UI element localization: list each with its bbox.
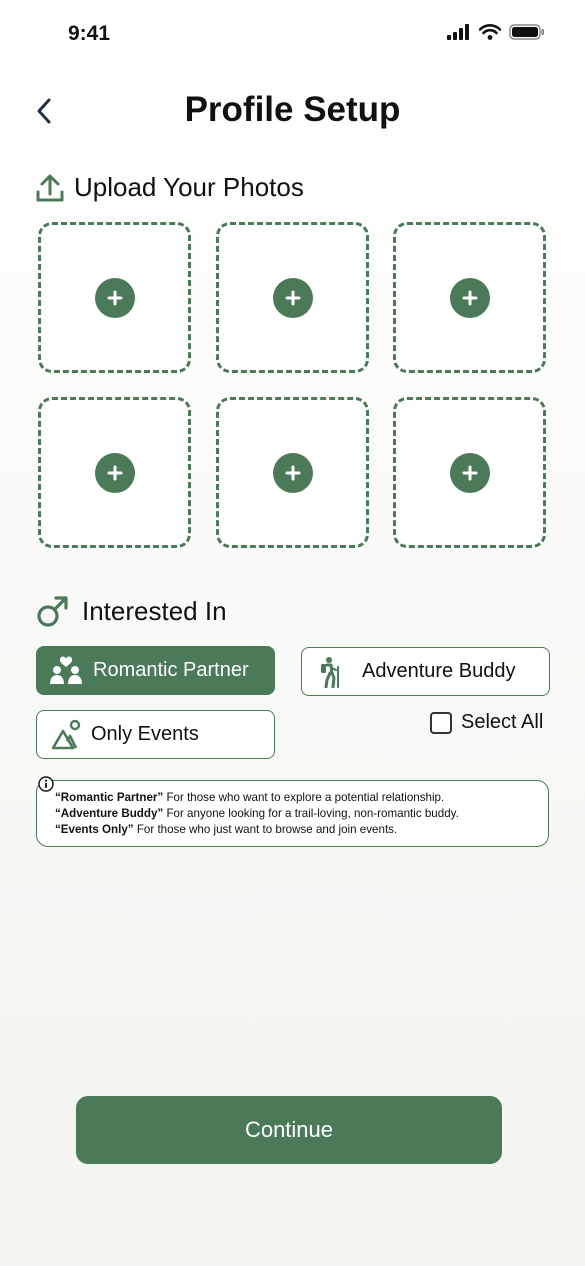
add-photo-button[interactable] [272,277,313,318]
cellular-signal-icon [447,24,469,40]
photo-slot-3[interactable] [393,222,546,373]
plus-icon [107,290,122,305]
option-label: Only Events [91,723,199,745]
plus-icon [285,465,300,480]
option-label: Adventure Buddy [362,660,516,682]
add-photo-button[interactable] [449,452,490,493]
mountain-pin-icon [51,719,81,749]
add-photo-button[interactable] [94,452,135,493]
photo-slot-6[interactable] [393,397,546,548]
couple-heart-icon [50,655,82,684]
status-bar: 9:41 [0,0,585,70]
upload-icon [36,174,64,201]
upload-section-header: Upload Your Photos [36,172,304,203]
add-photo-button[interactable] [272,452,313,493]
plus-icon [107,465,122,480]
photo-slot-4[interactable] [38,397,191,548]
photo-slot-1[interactable] [38,222,191,373]
select-all-label: Select All [461,711,544,733]
plus-icon [462,290,477,305]
wifi-icon [479,24,501,40]
plus-icon [285,290,300,305]
option-adventure-buddy[interactable]: Adventure Buddy [301,647,550,696]
option-label: Romantic Partner [93,659,249,681]
male-symbol-icon [37,596,68,627]
info-line-romantic: “Romantic Partner” For those who want to… [55,791,445,804]
interest-info-box: “Romantic Partner” For those who want to… [36,780,549,847]
option-romantic-partner[interactable]: Romantic Partner [36,646,275,695]
photo-slot-2[interactable] [216,222,369,373]
plus-icon [462,465,477,480]
select-all-checkbox[interactable] [430,711,452,734]
upload-section-title: Upload Your Photos [74,172,304,202]
info-line-events: “Events Only” For those who just want to… [55,823,398,836]
info-line-adventure: “Adventure Buddy” For anyone looking for… [55,807,459,820]
hiker-icon [321,656,339,688]
photo-grid [38,222,548,548]
interests-section-title: Interested In [82,595,227,626]
status-icons [447,24,545,40]
select-all-toggle[interactable]: Select All [430,711,543,734]
battery-icon [509,24,544,40]
status-time: 9:41 [68,22,111,45]
add-photo-button[interactable] [94,277,135,318]
photo-slot-5[interactable] [216,397,369,548]
continue-button[interactable]: Continue [76,1096,502,1164]
header: Profile Setup [0,86,585,136]
info-icon [38,776,54,792]
interests-section-header: Interested In [36,594,227,628]
option-only-events[interactable]: Only Events [36,710,275,759]
page-title: Profile Setup [184,90,401,129]
add-photo-button[interactable] [449,277,490,318]
